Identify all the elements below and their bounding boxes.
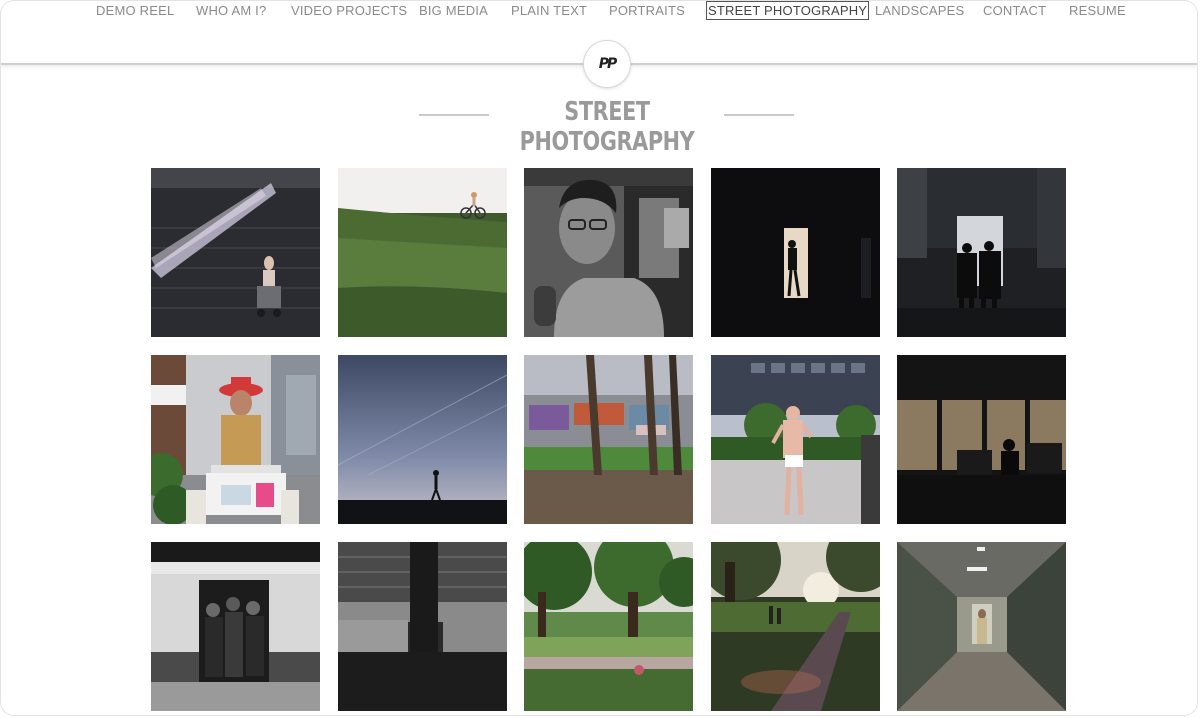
photo-subway-car-open-doors (151, 542, 320, 711)
photo-tile[interactable] (524, 168, 693, 337)
photo-shirtless-man-walking-plaza (711, 355, 880, 524)
photo-park-path-sunset (711, 542, 880, 711)
photo-tile[interactable] (711, 355, 880, 524)
photo-woman-with-stroller-light-leak (151, 168, 320, 337)
photo-tile[interactable] (338, 542, 507, 711)
nav-item-video-projects[interactable]: VIDEO PROJECTS (291, 1, 407, 20)
photo-graffiti-wall-trees-park (524, 355, 693, 524)
photo-tile[interactable] (897, 168, 1066, 337)
nav-item-street-photography[interactable]: STREET PHOTOGRAPHY (706, 1, 870, 20)
photo-tile[interactable] (338, 355, 507, 524)
photo-tile[interactable] (151, 542, 320, 711)
site-logo[interactable]: PP (583, 40, 631, 88)
photo-person-walking-on-horizon (338, 355, 507, 524)
photo-station-interior-dark (338, 542, 507, 711)
photo-silhouette-in-doorway (711, 168, 880, 337)
photo-silhouette-office-window (897, 355, 1066, 524)
nav-item-plain-text[interactable]: PLAIN TEXT (511, 1, 587, 20)
photo-tile[interactable] (151, 168, 320, 337)
photo-tile[interactable] (711, 542, 880, 711)
nav-item-who-am-i[interactable]: WHO AM I? (196, 1, 266, 20)
photo-park-trees-field (524, 542, 693, 711)
nav-item-demo-reel[interactable]: DEMO REEL (96, 1, 174, 20)
title-divider-right (724, 114, 794, 116)
nav-item-portraits[interactable]: PORTRAITS (609, 1, 685, 20)
photo-tile[interactable] (524, 355, 693, 524)
photo-man-with-glasses-subway (524, 168, 693, 337)
photo-tile[interactable] (711, 168, 880, 337)
photo-tiled-tunnel-walker (897, 542, 1066, 711)
nav-item-landscapes[interactable]: LANDSCAPES (875, 1, 964, 20)
page-frame: DEMO REEL WHO AM I? VIDEO PROJECTS BIG M… (0, 0, 1198, 716)
title-divider-left (419, 114, 489, 116)
photo-tile[interactable] (897, 355, 1066, 524)
nav-item-resume[interactable]: RESUME (1069, 1, 1126, 20)
photo-woman-with-red-hat-cart (151, 355, 320, 524)
nav-item-contact[interactable]: CONTACT (983, 1, 1046, 20)
nav-item-big-media[interactable]: BIG MEDIA (419, 1, 488, 20)
photo-tile[interactable] (338, 168, 507, 337)
photo-two-men-silhouette-billboard (897, 168, 1066, 337)
photo-tile[interactable] (151, 355, 320, 524)
photo-cyclist-on-grass-hill (338, 168, 507, 337)
photo-tile[interactable] (524, 542, 693, 711)
photo-tile[interactable] (897, 542, 1066, 711)
logo-text: PP (598, 56, 617, 72)
page-title: STREET PHOTOGRAPHY (519, 97, 695, 157)
